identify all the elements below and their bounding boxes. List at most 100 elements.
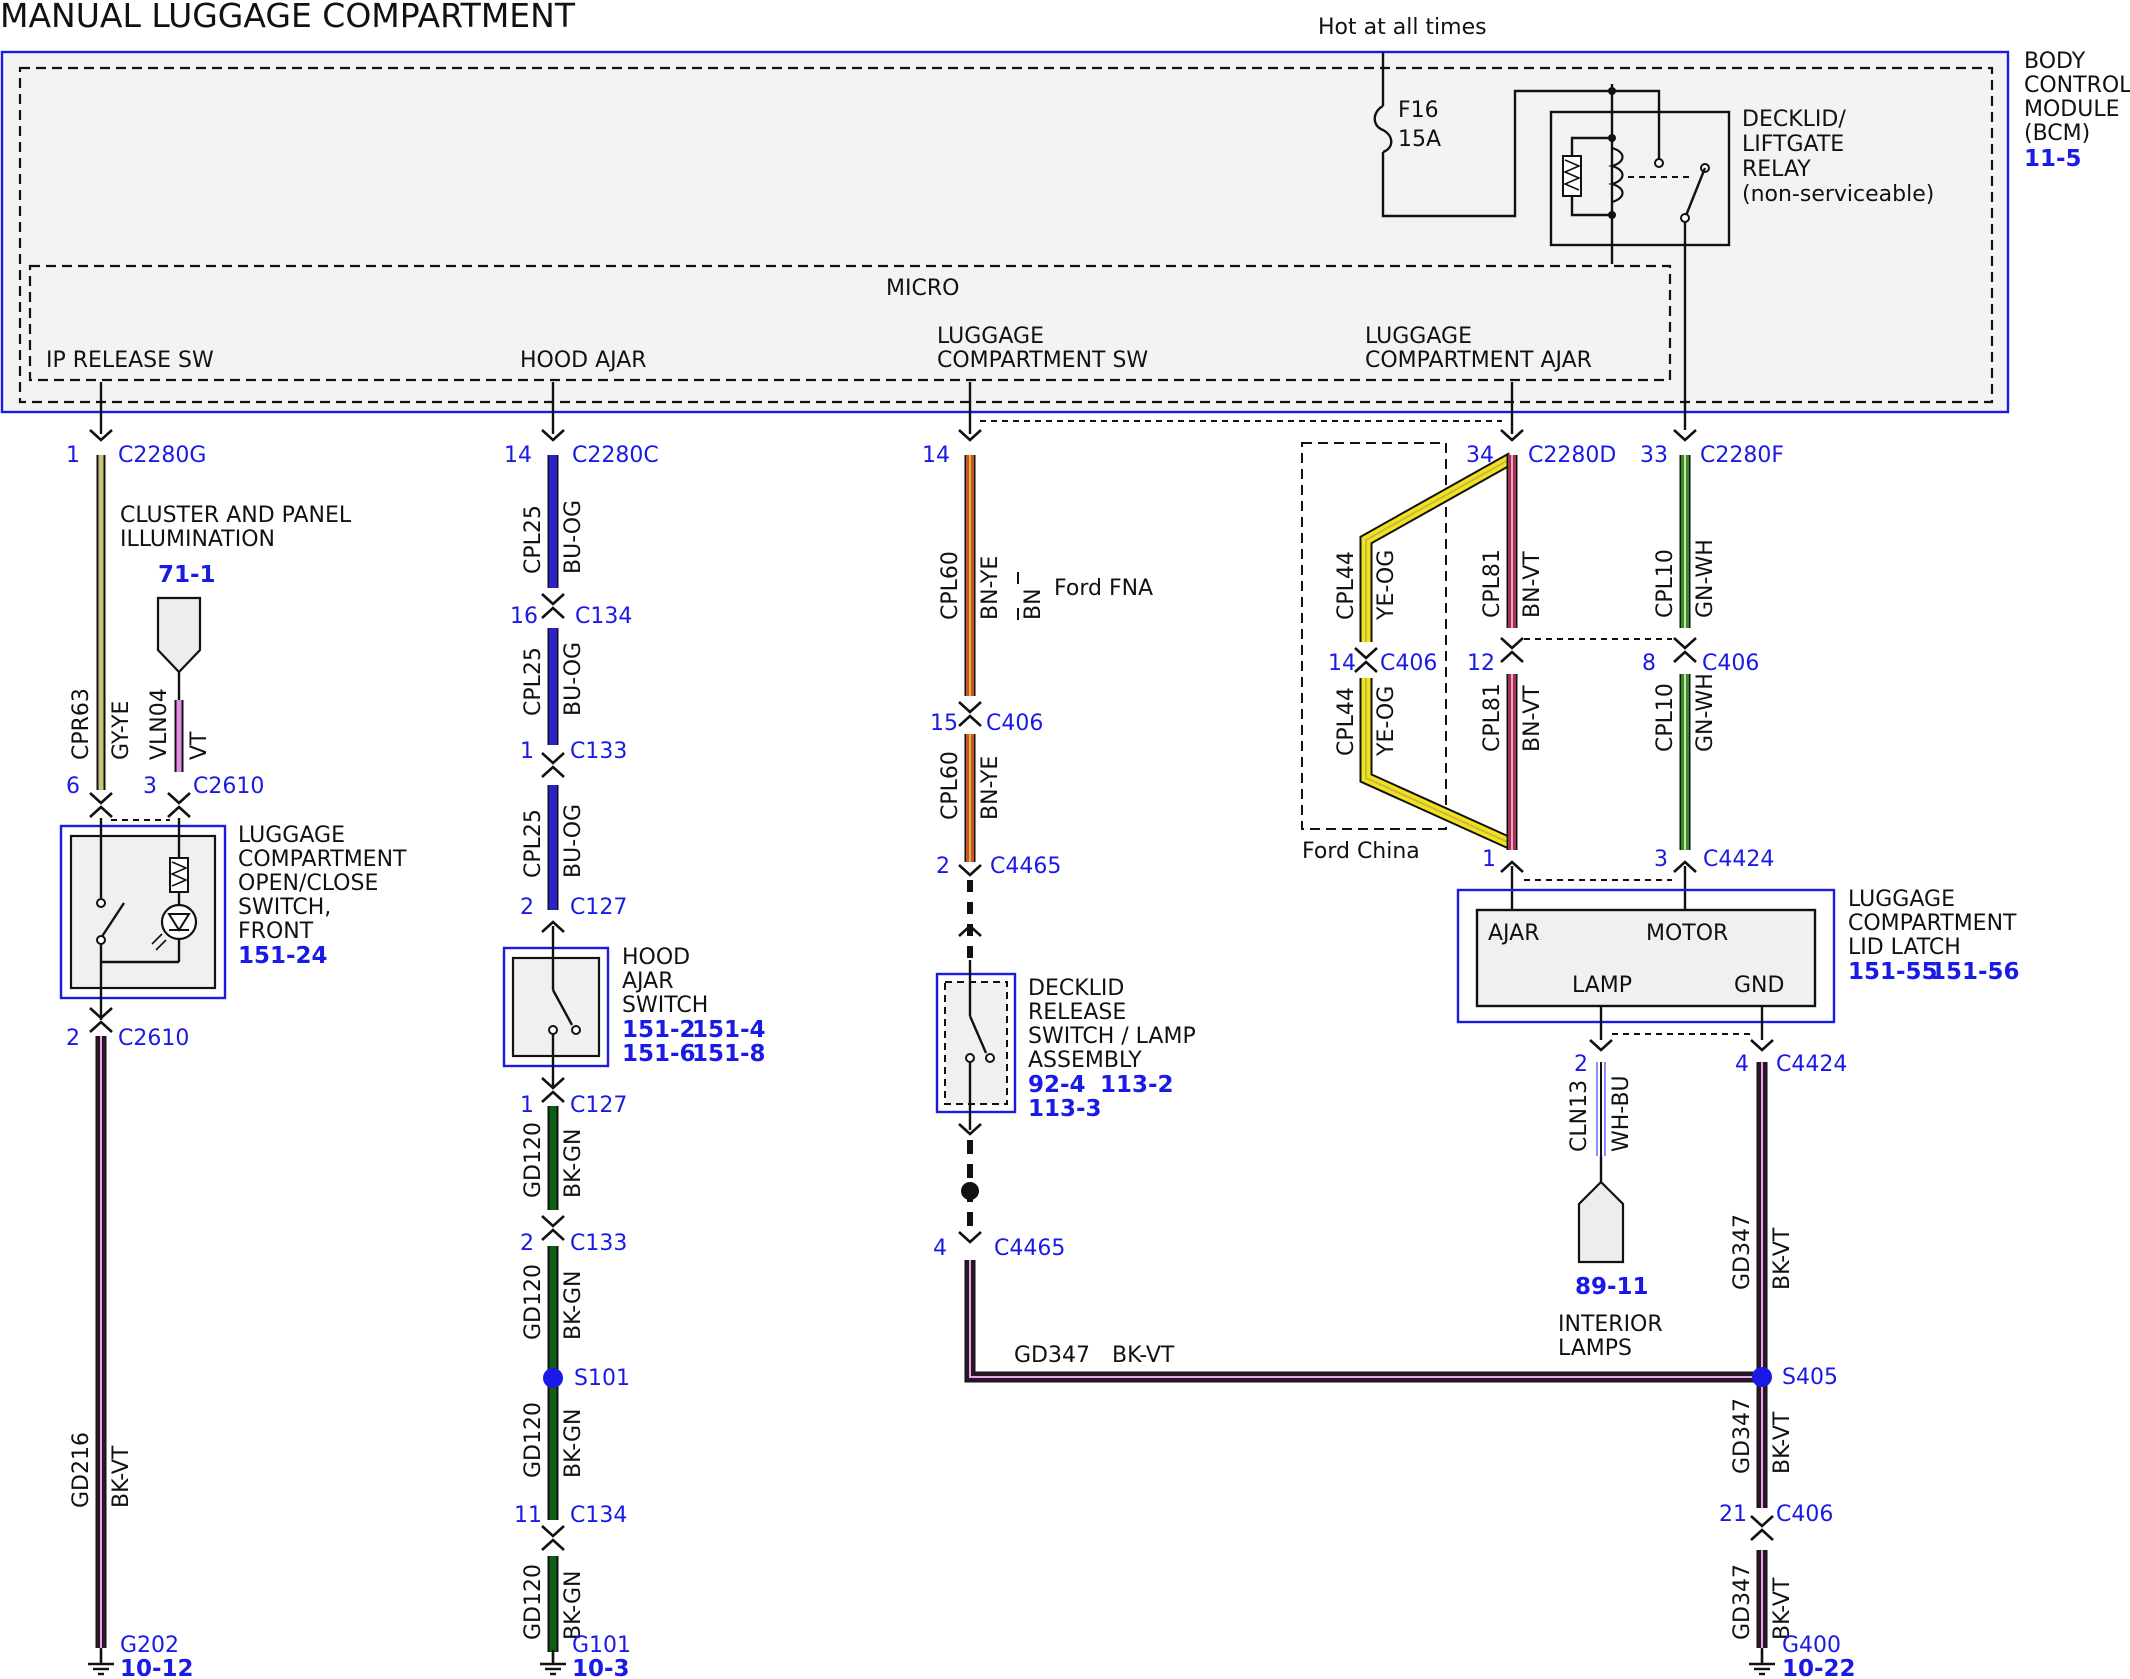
ground-g400-ref[interactable]: 10-22 xyxy=(1782,1656,1856,1679)
c4424-col5-connector: C4424 xyxy=(1703,847,1774,872)
c4465-connector: C4465 xyxy=(990,854,1061,879)
ground-g400: G400 xyxy=(1782,1633,1841,1658)
gd120-color-1: BK-GN xyxy=(561,1129,586,1198)
gd347-circuit-1: GD347 xyxy=(1730,1214,1755,1290)
c4424-gnd-connector: C4424 xyxy=(1776,1052,1847,1077)
c2280g-connector: C2280G xyxy=(118,443,206,468)
hood-switch-ref-3[interactable]: 151-6 xyxy=(622,1041,696,1067)
bcm-name-line-3: MODULE xyxy=(2024,97,2120,122)
luggage-switch-lamp-icon xyxy=(160,903,198,941)
decklid-switch-label-4: ASSEMBLY xyxy=(1028,1048,1142,1073)
wire-vln04-color: VT xyxy=(187,731,212,760)
input-luggage-ajar-line-2: COMPARTMENT AJAR xyxy=(1365,348,1592,373)
ground-g101: G101 xyxy=(572,1633,631,1658)
c134b-connector: C134 xyxy=(570,1503,627,1528)
latch-label-3: LID LATCH xyxy=(1848,935,1961,960)
hot-at-all-times-label: Hot at all times xyxy=(1318,15,1487,40)
ground-g101-ref[interactable]: 10-3 xyxy=(572,1656,630,1679)
bcm-name-line-2: CONTROL xyxy=(2024,73,2130,98)
illumination-ref[interactable]: 71-1 xyxy=(158,562,216,588)
cpl60-color-2: BN-YE xyxy=(978,756,1003,820)
luggage-switch-ref[interactable]: 151-24 xyxy=(238,943,328,969)
bcm-name-line-1: BODY xyxy=(2024,49,2086,74)
ground-g202-ref[interactable]: 10-12 xyxy=(120,1656,194,1679)
hood-switch-box xyxy=(511,956,601,1058)
c4465b-pin: 4 xyxy=(933,1236,947,1261)
inline-junction-dot xyxy=(961,1182,979,1200)
illumination-label-1: CLUSTER AND PANEL xyxy=(120,503,352,528)
gd347-color-2: BK-VT xyxy=(1770,1411,1795,1474)
gd120-circuit-1: GD120 xyxy=(521,1122,546,1198)
gd120-color-4: BK-GN xyxy=(561,1571,586,1640)
cpl81-color-1: BN-VT xyxy=(1520,551,1545,618)
c406-col4-pin-12: 12 xyxy=(1467,651,1495,676)
c406-col4-pin: 14 xyxy=(1328,651,1356,676)
hood-switch-ref-2[interactable]: 151-4 xyxy=(692,1017,766,1043)
gd347-horizontal-color: BK-VT xyxy=(1112,1343,1175,1368)
illumination-label-2: ILLUMINATION xyxy=(120,527,275,552)
latch-label-1: LUGGAGE xyxy=(1848,887,1955,912)
c4424-gnd-pin: 4 xyxy=(1735,1052,1749,1077)
hood-switch-label-1: HOOD xyxy=(622,945,690,970)
gd347-circuit-3: GD347 xyxy=(1730,1564,1755,1640)
c2610b-pin: 2 xyxy=(66,1026,80,1051)
luggage-switch-label-3: OPEN/CLOSE xyxy=(238,871,378,896)
hood-switch-label-2: AJAR xyxy=(622,969,674,994)
relay-label-2: LIFTGATE xyxy=(1742,132,1844,157)
wire-cpr63-circuit: CPR63 xyxy=(69,688,94,760)
decklid-switch-box xyxy=(944,981,1008,1105)
hood-switch-ref-1[interactable]: 151-2 xyxy=(622,1017,696,1043)
ground-icon xyxy=(538,1648,568,1676)
c406-col3-pin: 15 xyxy=(930,711,958,736)
decklid-switch-ref-2[interactable]: 113-2 xyxy=(1100,1072,1174,1098)
interior-lamps-ref[interactable]: 89-11 xyxy=(1575,1274,1649,1300)
hood-switch-ref-4[interactable]: 151-8 xyxy=(692,1041,766,1067)
input-luggage-sw-line-2: COMPARTMENT SW xyxy=(937,348,1148,373)
c133-connector: C133 xyxy=(570,739,627,764)
cpl44-color-2: YE-OG xyxy=(1374,686,1399,757)
c4424-col5-pin: 3 xyxy=(1654,847,1668,872)
cpl81-color-2: BN-VT xyxy=(1520,685,1545,752)
page-title: MANUAL LUGGAGE COMPARTMENT xyxy=(0,0,576,35)
c2610-connector: C2610 xyxy=(193,774,264,799)
latch-pin-ajar: AJAR xyxy=(1488,921,1540,946)
gd120-circuit-4: GD120 xyxy=(521,1564,546,1640)
c134-connector: C134 xyxy=(575,604,632,629)
c2280-col3-pin: 14 xyxy=(922,443,950,468)
gd120-circuit-2: GD120 xyxy=(521,1264,546,1340)
cpl25-circuit-3: CPL25 xyxy=(521,809,546,878)
relay-label-3: RELAY xyxy=(1742,157,1811,182)
c406-col4-connector: C406 xyxy=(1380,651,1437,676)
latch-label-2: COMPARTMENT xyxy=(1848,911,2017,936)
c4424-lamp-pin: 2 xyxy=(1574,1052,1588,1077)
luggage-switch-label-2: COMPARTMENT xyxy=(238,847,407,872)
c127-pin: 2 xyxy=(520,895,534,920)
gd120-color-3: BK-GN xyxy=(561,1409,586,1478)
bcm-ref[interactable]: 11-5 xyxy=(2024,146,2082,172)
cpl25-color-2: BU-OG xyxy=(561,642,586,716)
cpl10-circuit-2: CPL10 xyxy=(1653,683,1678,752)
cpl44-circuit-2: CPL44 xyxy=(1334,687,1359,756)
c127b-pin: 1 xyxy=(520,1093,534,1118)
c4424-col4-pin: 1 xyxy=(1482,847,1496,872)
c133b-connector: C133 xyxy=(570,1231,627,1256)
c406-col5-pin: 8 xyxy=(1642,651,1656,676)
decklid-switch-ref-1[interactable]: 92-4 xyxy=(1028,1072,1086,1098)
alt-color-bn: BN xyxy=(1021,588,1046,620)
latch-pin-gnd: GND xyxy=(1734,973,1784,998)
decklid-switch-ref-3[interactable]: 113-3 xyxy=(1028,1096,1102,1122)
illumination-offpage-tab xyxy=(156,596,202,674)
cpl25-circuit-1: CPL25 xyxy=(521,505,546,574)
relay-contact-terminal xyxy=(1654,158,1664,168)
latch-ref-2[interactable]: 151-56 xyxy=(1930,959,2020,985)
latch-ref-1[interactable]: 151-55 xyxy=(1848,959,1938,985)
cpl10-color-2: GN-WH xyxy=(1693,673,1718,752)
c2610-pin-6: 6 xyxy=(66,774,80,799)
c127-connector: C127 xyxy=(570,895,627,920)
cpl10-color-1: GN-WH xyxy=(1693,539,1718,618)
c2610-pin-3: 3 xyxy=(143,774,157,799)
ground-g202: G202 xyxy=(120,1633,179,1658)
c2610b-connector: C2610 xyxy=(118,1026,189,1051)
c133b-pin: 2 xyxy=(520,1231,534,1256)
wire-vln04-circuit: VLN04 xyxy=(147,688,172,760)
